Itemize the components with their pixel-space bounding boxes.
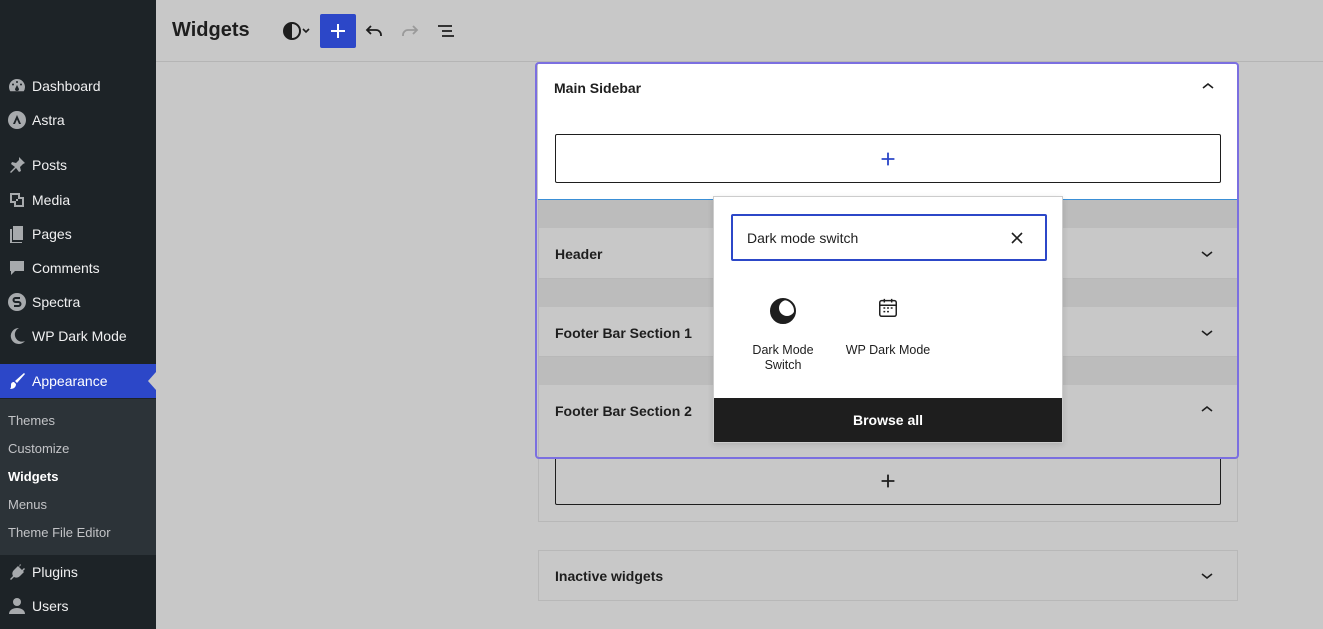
block-result-wp-dark-mode[interactable]: WP Dark Mode bbox=[842, 297, 934, 358]
chevron-down-icon[interactable] bbox=[1199, 568, 1215, 584]
area-title-footer-2[interactable]: Footer Bar Section 2 bbox=[555, 403, 692, 419]
plus-icon bbox=[331, 24, 345, 38]
editor-header: Widgets bbox=[156, 0, 1323, 62]
search-input[interactable] bbox=[747, 228, 997, 248]
dark-mode-toggle-button[interactable] bbox=[276, 14, 316, 48]
sidebar-item-media[interactable]: Media bbox=[0, 183, 156, 217]
sidebar-item-users[interactable]: Users bbox=[0, 589, 156, 623]
sidebar-item-pages[interactable]: Pages bbox=[0, 217, 156, 251]
astra-icon bbox=[0, 110, 32, 130]
contrast-icon bbox=[283, 22, 310, 40]
sidebar-item-label: WP Dark Mode bbox=[32, 328, 127, 344]
chevron-up-icon[interactable] bbox=[1200, 78, 1216, 94]
dashboard-icon bbox=[0, 76, 32, 96]
submenu-item-themes[interactable]: Themes bbox=[8, 413, 55, 428]
current-menu-arrow bbox=[148, 372, 156, 390]
list-view-icon bbox=[438, 25, 454, 37]
plus-icon bbox=[881, 474, 895, 488]
appearance-submenu: Themes Customize Widgets Menus Theme Fil… bbox=[0, 399, 156, 555]
chevron-down-icon[interactable] bbox=[1199, 246, 1215, 262]
area-title-footer-1[interactable]: Footer Bar Section 1 bbox=[555, 325, 692, 341]
moon-icon bbox=[0, 326, 32, 346]
redo-icon bbox=[402, 25, 419, 36]
chevron-down-icon[interactable] bbox=[1199, 325, 1215, 341]
area-title-header[interactable]: Header bbox=[555, 246, 602, 262]
add-block-appender[interactable] bbox=[555, 457, 1221, 505]
brush-icon bbox=[0, 371, 32, 391]
block-result-label: Dark Mode Switch bbox=[752, 343, 814, 372]
sidebar-item-dashboard[interactable]: Dashboard bbox=[0, 69, 156, 103]
sidebar-item-label: Spectra bbox=[32, 294, 81, 310]
submenu-item-theme-file-editor[interactable]: Theme File Editor bbox=[8, 525, 111, 540]
chevron-up-icon[interactable] bbox=[1199, 401, 1215, 417]
add-block-appender[interactable] bbox=[555, 134, 1221, 183]
undo-button[interactable] bbox=[361, 14, 387, 48]
sidebar-item-astra[interactable]: Astra bbox=[0, 103, 156, 137]
sidebar-item-appearance[interactable]: Appearance bbox=[0, 364, 156, 398]
area-title-main-sidebar[interactable]: Main Sidebar bbox=[554, 80, 641, 96]
submenu-item-menus[interactable]: Menus bbox=[8, 497, 47, 512]
admin-sidebar: Dashboard Astra Posts Media Pages Commen… bbox=[0, 0, 156, 629]
sidebar-item-label: Media bbox=[32, 192, 71, 208]
block-inserter-popover: Dark Mode Switch WP Dark Mode Browse all bbox=[713, 196, 1063, 443]
half-moon-icon bbox=[748, 297, 818, 325]
plus-icon bbox=[881, 152, 895, 165]
redo-button[interactable] bbox=[397, 14, 423, 48]
user-icon bbox=[0, 596, 32, 616]
sidebar-item-label: Plugins bbox=[32, 564, 78, 580]
add-block-button[interactable] bbox=[320, 14, 356, 48]
widget-area-inactive: Inactive widgets bbox=[538, 550, 1238, 601]
sidebar-item-wp-dark-mode[interactable]: WP Dark Mode bbox=[0, 319, 156, 353]
media-icon bbox=[0, 190, 32, 210]
sidebar-item-comments[interactable]: Comments bbox=[0, 251, 156, 285]
sidebar-item-posts[interactable]: Posts bbox=[0, 148, 156, 182]
sidebar-item-label: Appearance bbox=[32, 373, 108, 389]
comments-icon bbox=[0, 258, 32, 278]
area-title-inactive[interactable]: Inactive widgets bbox=[555, 568, 663, 584]
list-view-button[interactable] bbox=[433, 14, 459, 48]
sidebar-item-label: Users bbox=[32, 598, 69, 614]
submenu-item-customize[interactable]: Customize bbox=[8, 441, 69, 456]
sidebar-item-label: Astra bbox=[32, 112, 65, 128]
browse-all-button[interactable]: Browse all bbox=[714, 398, 1062, 442]
spectra-icon bbox=[0, 292, 32, 312]
sidebar-item-spectra[interactable]: Spectra bbox=[0, 285, 156, 319]
sidebar-item-plugins[interactable]: Plugins bbox=[0, 555, 156, 589]
undo-icon bbox=[365, 25, 382, 36]
pin-icon bbox=[0, 155, 32, 175]
search-field[interactable] bbox=[731, 214, 1047, 261]
plug-icon bbox=[0, 562, 32, 582]
widget-area-main-sidebar: Main Sidebar bbox=[538, 63, 1238, 200]
submenu-item-widgets[interactable]: Widgets bbox=[8, 469, 58, 484]
close-icon[interactable] bbox=[1009, 230, 1025, 246]
sidebar-item-label: Dashboard bbox=[32, 78, 101, 94]
block-result-dark-mode-switch[interactable]: Dark Mode Switch bbox=[748, 297, 818, 373]
calendar-icon bbox=[842, 297, 934, 325]
sidebar-item-label: Posts bbox=[32, 157, 68, 173]
pages-icon bbox=[0, 224, 32, 244]
block-result-label: WP Dark Mode bbox=[845, 343, 931, 357]
sidebar-item-label: Comments bbox=[32, 260, 100, 276]
sidebar-item-label: Pages bbox=[32, 226, 72, 242]
page-title: Widgets bbox=[172, 19, 250, 41]
